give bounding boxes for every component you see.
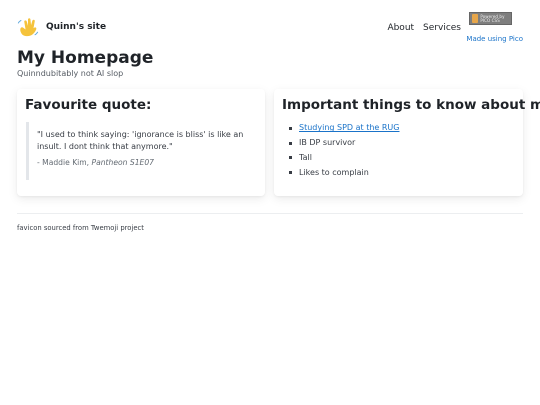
studying-link[interactable]: Studying SPD at the RUG: [299, 122, 399, 134]
bullet-icon: [289, 126, 292, 130]
nav-link-services[interactable]: Services: [423, 23, 461, 33]
brand[interactable]: Quinn's site: [17, 16, 106, 38]
badge-text: Powered by PICO CSS: [480, 13, 505, 23]
favourite-quote: "I used to think saying: 'ignorance is b…: [26, 122, 251, 180]
quote-author: - Maddie Kim,: [37, 158, 92, 167]
page-title: My Homepage: [17, 48, 154, 68]
quote-source: Pantheon S1E07: [91, 158, 155, 167]
facts-list: Studying SPD at the RUG IB DP survivor T…: [289, 121, 399, 180]
bullet-icon: [289, 171, 292, 175]
list-item: Tall: [289, 151, 399, 166]
facts-card: Important things to know about me: Study…: [274, 89, 540, 196]
page-subtitle: Quinndubitably not AI slop: [17, 69, 124, 78]
quote-text: "I used to think saying: 'ignorance is b…: [37, 130, 244, 151]
list-item-label: IB DP survivor: [299, 138, 356, 148]
nav-link-about[interactable]: About: [387, 23, 414, 33]
footer-text: favicon sourced from Twemoji project: [17, 224, 144, 232]
quote-citation: - Maddie Kim, Pantheon S1E07: [37, 158, 251, 167]
list-item: Likes to complain: [289, 165, 399, 180]
quote-card: Favourite quote: "I used to think saying…: [17, 89, 265, 196]
bullet-icon: [289, 141, 292, 145]
list-item-label: Tall: [299, 152, 312, 162]
facts-card-heading: Important things to know about me:: [282, 97, 540, 113]
main-nav: About Services: [387, 23, 461, 33]
made-using-pico-link[interactable]: Made using Pico: [466, 35, 523, 43]
brand-name: Quinn's site: [46, 22, 107, 32]
list-item: IB DP survivor: [289, 136, 399, 151]
pico-badge-icon: [472, 14, 479, 23]
bullet-icon: [289, 156, 292, 160]
pico-badge[interactable]: Powered by PICO CSS: [469, 12, 512, 25]
list-item: Studying SPD at the RUG: [289, 121, 399, 136]
list-item-label: Likes to complain: [299, 167, 369, 177]
footer-divider: [17, 213, 523, 214]
site-header: Quinn's site About Services Powered by P…: [17, 12, 523, 46]
quote-card-heading: Favourite quote:: [25, 97, 152, 113]
waving-hand-icon: [17, 18, 39, 37]
